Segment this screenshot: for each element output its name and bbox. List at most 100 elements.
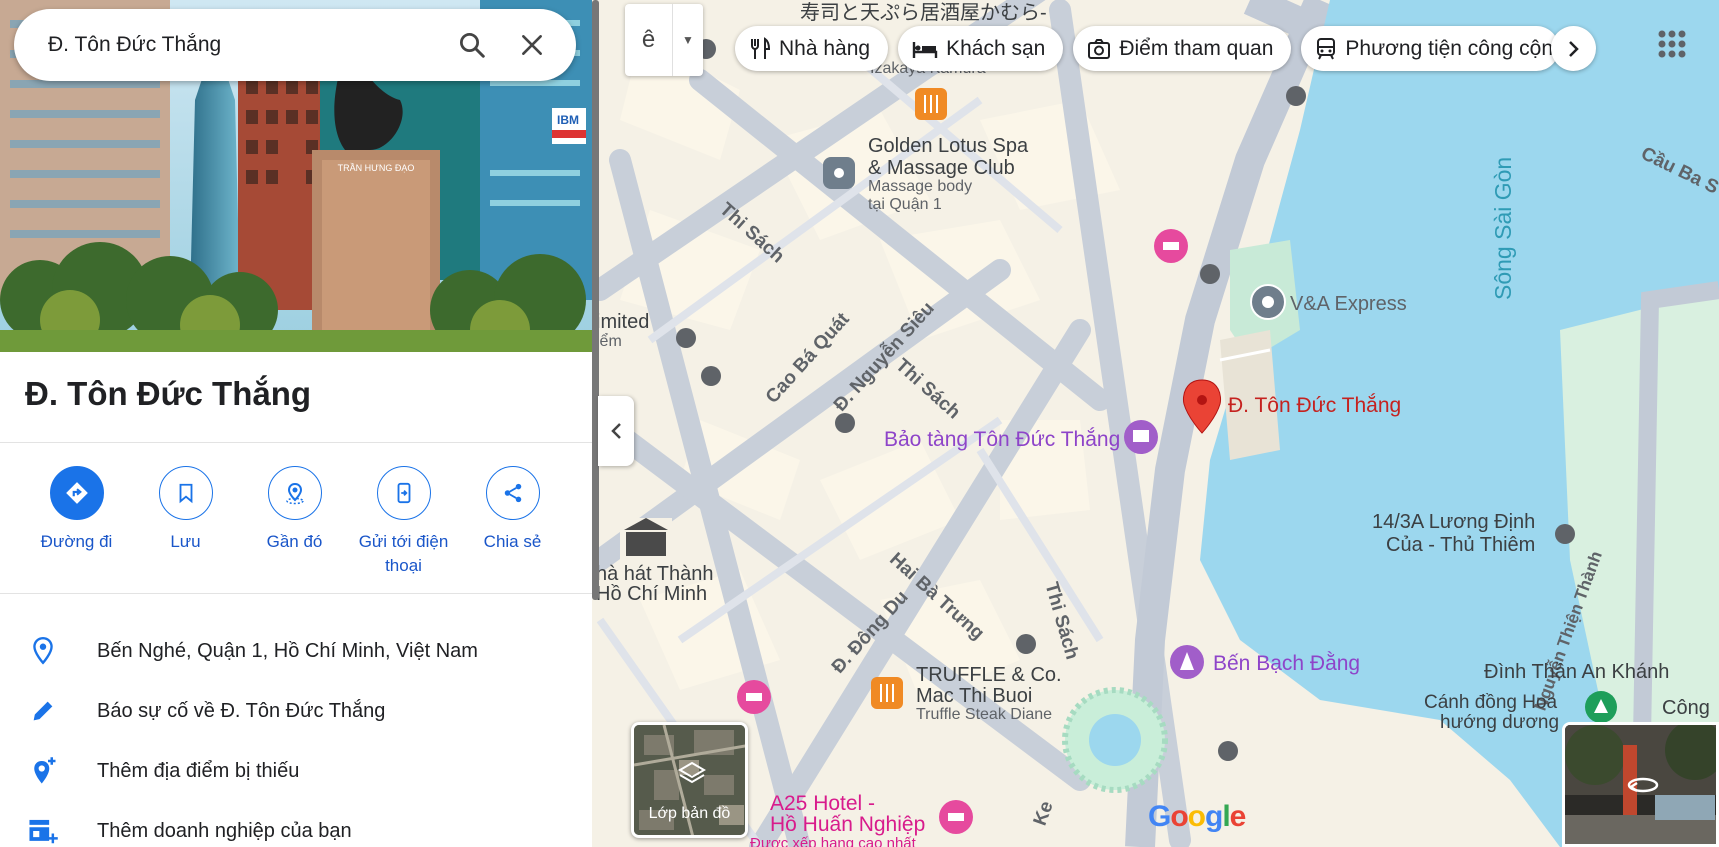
google-maps-app: 寿司と天ぷら居酒屋かむら- Izakaya Kamura Golden Lotu… (0, 0, 1719, 847)
poi-a25-hotel-2[interactable]: Hồ Huấn Nghiệp (770, 814, 925, 835)
save-button-circle (158, 466, 213, 520)
poi-opera-1[interactable]: hà hát Thành (596, 564, 714, 585)
poi-limited[interactable]: imited (596, 312, 649, 333)
poi-golden-lotus-sub-2: tại Quận 1 (868, 196, 942, 213)
chip-attractions-label: Điểm tham quan (1119, 36, 1274, 60)
camera-icon (1088, 38, 1111, 59)
poi-truffle-sub: Truffle Steak Diane (916, 706, 1053, 723)
hotel-icon (912, 41, 938, 58)
share-button[interactable]: Chia sẻ (458, 466, 567, 578)
chip-transit-label: Phương tiện công cộng (1345, 36, 1560, 60)
bookmark-icon (179, 483, 192, 504)
google-apps-button[interactable] (1652, 24, 1692, 64)
nearby-button[interactable]: Gần đó (240, 466, 349, 578)
poi-truffle-2[interactable]: Mac Thi Buoi (916, 686, 1032, 707)
google-logo-letter: o (1187, 800, 1206, 833)
attraction-marker-icon (1170, 645, 1204, 679)
search-button[interactable] (448, 21, 496, 69)
apps-grid-icon (1658, 30, 1686, 58)
hotel-marker-icon (737, 680, 771, 714)
chip-attractions[interactable]: Điểm tham quan (1073, 26, 1292, 71)
add-missing-place-text: Thêm địa điểm bị thiếu (97, 759, 300, 782)
nearby-label: Gần đó (266, 532, 323, 551)
bus-stop-icons (676, 39, 1575, 761)
poi-va-express[interactable]: V&A Express (1290, 293, 1407, 316)
chip-restaurants[interactable]: Nhà hàng (735, 26, 889, 71)
search-icon (460, 33, 485, 58)
add-business-icon (28, 819, 58, 844)
save-button[interactable]: Lưu (131, 466, 240, 578)
share-icon (504, 483, 521, 503)
hero-statue-text: TRẦN HƯNG ĐẠO (338, 163, 415, 173)
chips-next-button[interactable] (1551, 26, 1596, 71)
chip-transit[interactable]: Phương tiện công cộng (1301, 26, 1560, 71)
poi-golden-lotus-1[interactable]: Golden Lotus Spa (868, 136, 1028, 157)
send-to-phone-icon (397, 482, 410, 504)
opera-house-marker-icon (620, 518, 672, 560)
address-row[interactable]: Bến Nghé, Quận 1, Hồ Chí Minh, Việt Nam (0, 623, 592, 679)
poi-museum-ton-duc-thang[interactable]: Bảo tàng Tôn Đức Thắng (884, 428, 1120, 452)
add-missing-place-row[interactable]: Thêm địa điểm bị thiếu (0, 743, 592, 799)
nearby-icon (285, 482, 304, 505)
chip-restaurants-label: Nhà hàng (779, 36, 871, 60)
action-buttons: Đường đi Lưu Gần đó Gửi tới điện thoại C… (22, 466, 567, 578)
add-business-text: Thêm doanh nghiệp của bạn (97, 819, 352, 842)
poi-dinh-than[interactable]: Đình Thần An Khánh (1484, 662, 1669, 683)
save-label: Lưu (170, 532, 201, 551)
poi-a25-hotel-1[interactable]: A25 Hotel - (770, 793, 875, 814)
poi-canh-dong-2[interactable]: hướng dương (1440, 712, 1559, 733)
search-box (14, 9, 576, 81)
poi-luong-dinh-cua-1[interactable]: 14/3A Lương Định (1372, 512, 1535, 533)
divider (0, 593, 592, 594)
google-logo-letter: G (1148, 800, 1171, 833)
report-issue-text: Báo sự cố về Đ. Tôn Đức Thắng (97, 699, 386, 722)
send-to-phone-label: Gửi tới điện thoại (358, 532, 449, 575)
poi-golden-lotus-2[interactable]: & Massage Club (868, 158, 1015, 179)
google-logo-letter: o (1170, 800, 1188, 833)
hotel-marker-icon (1154, 229, 1188, 263)
close-icon (522, 35, 542, 55)
share-label: Chia sẻ (483, 532, 542, 551)
add-location-icon (33, 757, 55, 784)
report-issue-row[interactable]: Báo sự cố về Đ. Tôn Đức Thắng (0, 683, 592, 739)
poi-truffle-1[interactable]: TRUFFLE & Co. (916, 665, 1062, 686)
selected-location-pin-icon (1183, 379, 1221, 434)
input-tools-toggle[interactable]: ê ▼ (625, 4, 703, 76)
chip-hotels-label: Khách sạn (946, 36, 1046, 60)
add-business-row[interactable]: Thêm doanh nghiệp của bạn (0, 803, 592, 847)
directions-button-circle (49, 466, 104, 520)
landmark-marker-icon (1250, 284, 1286, 320)
map-layers-label: Lớp bản đồ (648, 805, 731, 822)
poi-golden-lotus-sub-1: Massage body (868, 178, 973, 195)
panel-scrollbar[interactable] (592, 0, 599, 600)
restaurant-marker-icon (871, 677, 903, 709)
search-input[interactable] (48, 33, 448, 57)
collapse-panel-button[interactable] (598, 396, 634, 466)
map-layers-button[interactable]: Lớp bản đồ (631, 722, 748, 838)
nearby-button-circle (267, 466, 322, 520)
directions-label: Đường đi (40, 532, 113, 551)
hero-sign-text: IBM (557, 113, 579, 127)
page-title: Đ. Tôn Đức Thắng (25, 375, 312, 412)
address-text: Bến Nghé, Quận 1, Hồ Chí Minh, Việt Nam (97, 639, 478, 662)
directions-button[interactable]: Đường đi (22, 466, 131, 578)
hotel-marker-icon (939, 800, 973, 834)
chip-hotels[interactable]: Khách sạn (898, 26, 1064, 71)
restaurant-marker-icon (915, 88, 947, 120)
send-to-phone-button[interactable]: Gửi tới điện thoại (349, 466, 458, 578)
street-view-thumbnail[interactable] (1562, 722, 1719, 847)
poi-a25-hotel-sub: Được xếp hạng cao nhất (750, 835, 916, 847)
chevron-right-icon (1568, 40, 1579, 57)
poi-opera-2[interactable]: Hồ Chí Minh (596, 584, 707, 605)
poi-restaurant-jp[interactable]: 寿司と天ぷら居酒屋かむら- (800, 3, 1047, 24)
poi-ben-bach-dang[interactable]: Bến Bạch Đằng (1213, 652, 1360, 676)
poi-luong-dinh-cua-2[interactable]: Của - Thủ Thiêm (1386, 535, 1535, 556)
divider (0, 442, 592, 443)
category-chips: Nhà hàng Khách sạn Điểm tham quan Phương… (735, 26, 1560, 71)
clear-search-button[interactable] (508, 21, 556, 69)
chevron-left-icon (611, 423, 621, 439)
train-icon (1317, 37, 1336, 59)
selected-place-label[interactable]: Đ. Tôn Đức Thắng (1228, 394, 1401, 418)
poi-cong[interactable]: Công (1662, 698, 1710, 719)
poi-canh-dong-1[interactable]: Cánh đồng Hoa (1424, 692, 1557, 713)
